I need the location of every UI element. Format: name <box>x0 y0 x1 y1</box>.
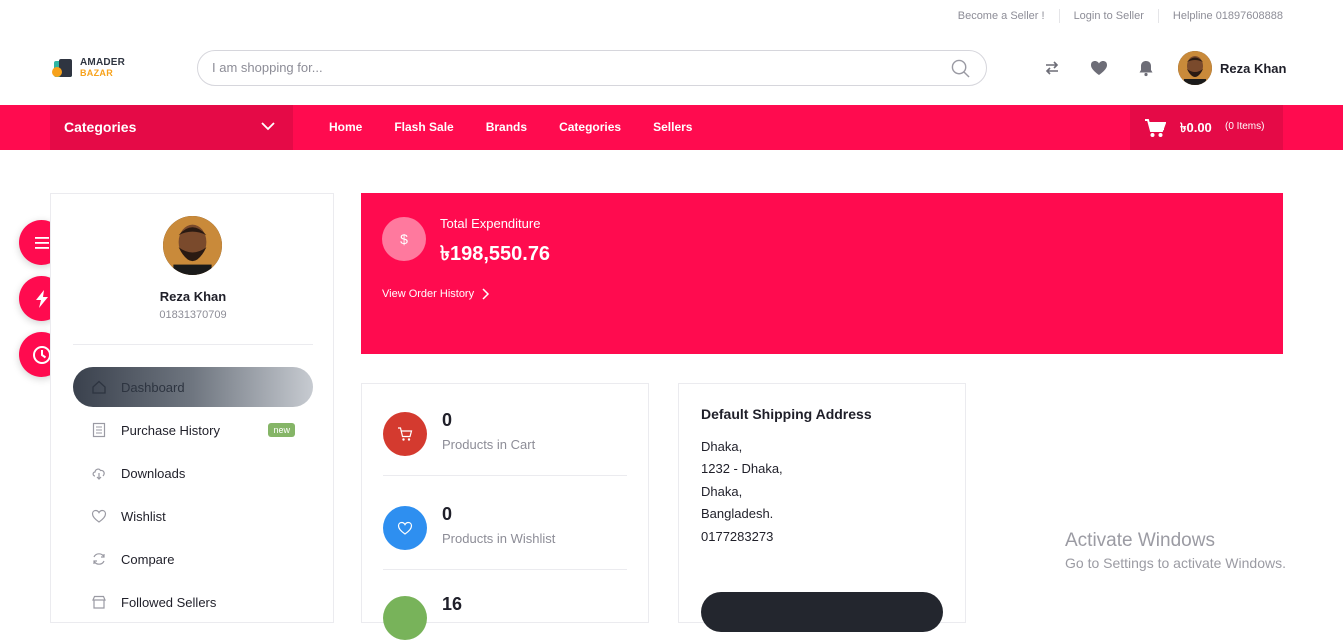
hamburger-icon <box>34 236 49 249</box>
cloud-download-icon <box>92 468 105 480</box>
expenditure-card: $ Total Expenditure ৳198,550.76 View Ord… <box>361 193 1283 354</box>
activate-windows-watermark: Activate Windows Go to Settings to activ… <box>1065 530 1286 571</box>
menu-item-compare[interactable]: Compare <box>73 539 313 579</box>
heart-outline-icon <box>397 521 413 535</box>
header-icons <box>1043 59 1184 77</box>
cart-circle-icon <box>383 412 427 456</box>
divider <box>73 344 313 345</box>
menu-item-label: Downloads <box>121 465 186 481</box>
profile-avatar <box>163 216 222 275</box>
login-seller-link[interactable]: Login to Seller <box>1060 9 1159 23</box>
avatar <box>1178 51 1212 85</box>
address-phone: 0177283273 <box>701 529 774 544</box>
cart-icon <box>1145 119 1166 137</box>
nav-sellers[interactable]: Sellers <box>653 120 692 134</box>
stat-value: 0 <box>442 504 453 524</box>
chevron-right-icon <box>482 288 490 300</box>
nav-brands[interactable]: Brands <box>486 120 527 134</box>
nav-home[interactable]: Home <box>329 120 362 134</box>
profile-phone: 01831370709 <box>159 309 227 321</box>
avatar-image-icon <box>1178 51 1212 85</box>
menu-item-downloads[interactable]: Downloads <box>73 453 313 493</box>
nav-categories[interactable]: Categories <box>559 120 621 134</box>
chevron-down-icon <box>261 122 275 131</box>
total-expenditure-label: Total Expenditure <box>440 216 541 231</box>
home-icon <box>92 380 106 394</box>
watermark-title: Activate Windows <box>1065 530 1215 551</box>
logo-text-2: BAZAR <box>80 68 113 78</box>
view-order-history-link[interactable]: View Order History <box>382 288 490 300</box>
cart-items-count: (0 Items) <box>1225 121 1265 132</box>
receipt-icon <box>92 422 106 438</box>
lightning-icon <box>35 289 48 308</box>
heart-icon[interactable] <box>1090 59 1108 77</box>
categories-dropdown[interactable]: Categories <box>50 105 293 150</box>
search-icon[interactable] <box>951 59 970 78</box>
bell-icon[interactable] <box>1137 59 1155 77</box>
stats-card: 0 Products in Cart 0 Products in Wishlis… <box>361 383 649 640</box>
stat-label: Products in Cart <box>442 437 536 452</box>
compare-icon[interactable] <box>1043 59 1061 77</box>
account-sidebar: Reza Khan 01831370709 Dashboard Purchase… <box>50 193 334 623</box>
menu-item-label: Compare <box>121 551 175 567</box>
new-badge: new <box>268 423 295 437</box>
search-input[interactable] <box>212 60 932 75</box>
search-bar <box>197 50 987 86</box>
stat-value: 0 <box>442 410 453 430</box>
store-icon <box>92 595 106 609</box>
menu-item-label: Wishlist <box>121 508 166 524</box>
user-menu[interactable]: Reza Khan <box>1178 51 1286 85</box>
divider <box>383 569 627 570</box>
top-links: Become a Seller ! Login to Seller Helpli… <box>944 9 1283 23</box>
address-line: 1232 - Dhaka, <box>701 461 783 476</box>
shipping-address-card: Default Shipping Address Dhaka, 1232 - D… <box>678 383 966 632</box>
address-action-button[interactable] <box>701 592 943 632</box>
clock-icon <box>32 345 51 364</box>
menu-item-purchase-history[interactable]: Purchase History new <box>73 410 313 450</box>
dollar-icon: $ <box>382 217 426 261</box>
watermark-subtitle: Go to Settings to activate Windows. <box>1065 555 1286 571</box>
top-bar: Become a Seller ! Login to Seller Helpli… <box>0 0 1343 32</box>
user-name[interactable]: Reza Khan <box>1220 61 1286 76</box>
orders-circle-icon <box>383 596 427 640</box>
main-nav: Categories Home Flash Sale Brands Catego… <box>0 105 1343 150</box>
wishlist-circle-icon <box>383 506 427 550</box>
helpline-text: Helpline 01897608888 <box>1172 10 1283 22</box>
cart-amount: ৳0.00 <box>1180 120 1212 135</box>
site-logo[interactable]: AMADER BAZAR <box>51 54 131 82</box>
address-line: Dhaka, <box>701 439 743 454</box>
stat-value: 16 <box>442 594 463 614</box>
heart-outline-icon <box>91 509 107 523</box>
become-seller-link[interactable]: Become a Seller ! <box>944 9 1060 23</box>
categories-label: Categories <box>64 119 137 135</box>
nav-links: Home Flash Sale Brands Categories Seller… <box>329 120 724 134</box>
address-title: Default Shipping Address <box>701 406 872 422</box>
menu-item-dashboard[interactable]: Dashboard <box>73 367 313 407</box>
divider <box>383 475 627 476</box>
menu-item-wishlist[interactable]: Wishlist <box>73 496 313 536</box>
stat-label: Products in Wishlist <box>442 531 556 546</box>
total-expenditure-value: ৳198,550.76 <box>440 243 551 265</box>
header: AMADER BAZAR I am shopping for... Reza K… <box>0 32 1343 104</box>
view-order-history-label: View Order History <box>382 288 475 300</box>
logo-bag-icon <box>52 59 72 77</box>
logo-text-1: AMADER <box>80 57 126 68</box>
menu-item-label: Dashboard <box>121 379 185 395</box>
profile-name: Reza Khan <box>159 289 227 304</box>
menu-item-followed-sellers[interactable]: Followed Sellers <box>73 582 313 622</box>
profile-image-icon <box>163 216 222 275</box>
nav-flash-sale[interactable]: Flash Sale <box>394 120 453 134</box>
account-menu: Dashboard Purchase History new Downloads… <box>73 367 313 625</box>
address-line: Bangladesh. <box>701 506 774 521</box>
cart-outline-icon <box>398 427 413 441</box>
cart-button[interactable]: ৳0.00 (0 Items) <box>1130 105 1283 150</box>
address-line: Dhaka, <box>701 484 743 499</box>
menu-item-label: Purchase History <box>121 422 220 438</box>
menu-item-label: Followed Sellers <box>121 594 217 610</box>
refresh-icon <box>93 553 105 565</box>
